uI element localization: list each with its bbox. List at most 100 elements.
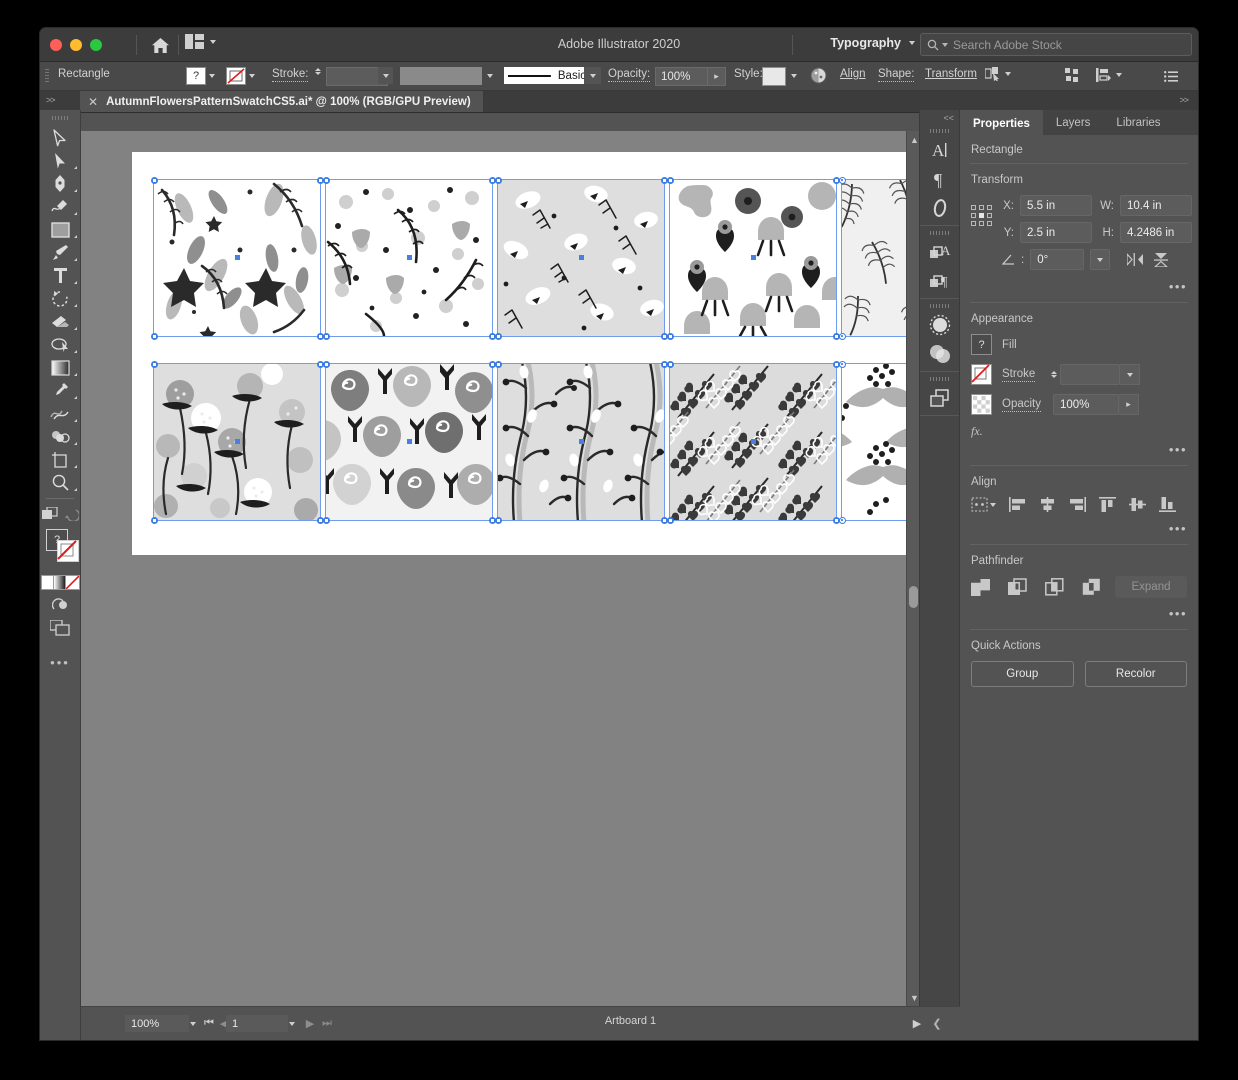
angle-dropdown[interactable] bbox=[1090, 249, 1110, 270]
selection-anchor[interactable] bbox=[839, 361, 846, 368]
bbox-handle[interactable] bbox=[662, 362, 667, 367]
stroke-profile-preview[interactable] bbox=[400, 67, 482, 85]
horizontal-align-left-icon[interactable] bbox=[1009, 497, 1026, 512]
edit-toolbar-icon[interactable]: ••• bbox=[40, 655, 80, 670]
brush-dropdown[interactable] bbox=[584, 67, 601, 84]
tab-libraries[interactable]: Libraries bbox=[1103, 110, 1173, 135]
brushes-panel-icon[interactable] bbox=[920, 310, 959, 339]
rectangle-tool[interactable] bbox=[40, 218, 80, 241]
selection-anchor[interactable] bbox=[839, 333, 846, 340]
expand-panels-icon[interactable]: >> bbox=[1179, 95, 1188, 105]
align-to-selection-icon[interactable] bbox=[971, 497, 996, 512]
appearance-more-options[interactable]: ••• bbox=[971, 443, 1187, 456]
layers-panel-icon[interactable] bbox=[920, 383, 959, 412]
transparency-panel-icon[interactable] bbox=[920, 339, 959, 368]
dock-group-grip-2[interactable] bbox=[930, 231, 950, 235]
first-page-icon[interactable]: ⏮ bbox=[201, 1015, 217, 1032]
symbol-sprayer-tool[interactable] bbox=[40, 425, 80, 448]
bbox-handle[interactable] bbox=[668, 518, 673, 523]
bbox-handle[interactable] bbox=[324, 362, 329, 367]
character-panel-icon[interactable]: A bbox=[920, 135, 959, 164]
unite-icon[interactable] bbox=[971, 578, 991, 596]
selection-anchor[interactable] bbox=[839, 517, 846, 524]
group-button[interactable]: Group bbox=[971, 661, 1074, 687]
graphic-style-dropdown[interactable] bbox=[786, 67, 801, 84]
zoom-level-field[interactable]: 100% bbox=[125, 1015, 189, 1032]
bbox-handle[interactable] bbox=[668, 178, 673, 183]
bbox-handle[interactable] bbox=[662, 518, 667, 523]
zoom-tool[interactable] bbox=[40, 471, 80, 494]
transform-menu-label[interactable]: Transform bbox=[925, 68, 977, 80]
opacity-options-button[interactable]: ▸ bbox=[1119, 394, 1139, 415]
w-field[interactable]: 10.4 in bbox=[1120, 195, 1192, 216]
bbox-handle[interactable] bbox=[152, 362, 157, 367]
y-field[interactable]: 2.5 in bbox=[1020, 222, 1092, 243]
appearance-fill-swatch[interactable]: ? bbox=[971, 334, 992, 355]
curvature-tool[interactable] bbox=[40, 195, 80, 218]
graphic-style-swatch[interactable] bbox=[762, 67, 786, 86]
scroll-down-icon[interactable]: ▼ bbox=[910, 993, 919, 1003]
recolor-button[interactable]: Recolor bbox=[1085, 661, 1188, 687]
vertical-align-center-icon[interactable] bbox=[1129, 497, 1146, 512]
scroll-thumb[interactable] bbox=[909, 586, 918, 608]
previous-icon[interactable]: ❮ bbox=[930, 1015, 944, 1032]
bbox-handle[interactable] bbox=[490, 518, 495, 523]
arrange-objects-button[interactable] bbox=[1096, 68, 1122, 82]
artboard-status-label[interactable]: Artboard 1 bbox=[361, 1015, 900, 1027]
expand-button[interactable]: Expand bbox=[1115, 576, 1187, 598]
document-tab[interactable]: ✕ AutumnFlowersPatternSwatchCS5.ai* @ 10… bbox=[80, 91, 483, 112]
artboard-tool[interactable] bbox=[40, 448, 80, 471]
gradient-swatch[interactable] bbox=[54, 575, 66, 590]
bbox-handle[interactable] bbox=[318, 362, 323, 367]
select-similar-objects-button[interactable] bbox=[985, 67, 1011, 81]
reference-point-selector[interactable] bbox=[971, 205, 992, 226]
expand-toolbar-icon[interactable]: >> bbox=[46, 95, 55, 105]
collapse-panel-icon[interactable]: << bbox=[943, 113, 954, 123]
dock-group-grip-4[interactable] bbox=[930, 377, 950, 381]
chevron-down-icon[interactable] bbox=[909, 41, 915, 45]
flip-horizontal-icon[interactable] bbox=[1127, 253, 1143, 266]
paintbrush-tool[interactable] bbox=[40, 241, 80, 264]
intersect-icon[interactable] bbox=[1045, 578, 1065, 596]
bbox-handle[interactable] bbox=[152, 334, 157, 339]
bbox-handle[interactable] bbox=[668, 362, 673, 367]
bbox-handle[interactable] bbox=[490, 334, 495, 339]
stroke-color-swatch[interactable] bbox=[57, 540, 79, 562]
document-setup-icon[interactable] bbox=[1065, 68, 1079, 87]
fx-button[interactable]: fx. bbox=[971, 424, 1187, 439]
drawing-mode-icon[interactable] bbox=[52, 596, 69, 611]
page-dropdown[interactable] bbox=[282, 1015, 302, 1032]
bbox-handle[interactable] bbox=[152, 518, 157, 523]
dock-group-grip-3[interactable] bbox=[930, 304, 950, 308]
bbox-handle[interactable] bbox=[662, 178, 667, 183]
scale-tool[interactable] bbox=[40, 333, 80, 356]
direct-selection-tool[interactable] bbox=[40, 149, 80, 172]
blend-tool[interactable] bbox=[40, 402, 80, 425]
shape-label[interactable]: Shape: bbox=[878, 68, 914, 82]
control-bar-grip[interactable] bbox=[45, 69, 49, 83]
flip-vertical-icon[interactable] bbox=[1154, 253, 1168, 267]
appearance-stroke-swatch[interactable] bbox=[971, 364, 992, 385]
angle-field[interactable]: 0° bbox=[1030, 249, 1084, 270]
bbox-handle[interactable] bbox=[152, 178, 157, 183]
h-field[interactable]: 4.2486 in bbox=[1120, 222, 1192, 243]
color-swatch[interactable] bbox=[41, 575, 54, 590]
chevron-down-icon[interactable] bbox=[1005, 72, 1011, 76]
bbox-handle[interactable] bbox=[668, 334, 673, 339]
align-menu-label[interactable]: Align bbox=[840, 68, 866, 80]
default-fill-stroke-icon[interactable] bbox=[65, 507, 79, 521]
stroke-weight-stepper[interactable] bbox=[315, 68, 321, 75]
stroke-weight-stepper[interactable] bbox=[1051, 371, 1057, 378]
zoom-dropdown[interactable] bbox=[183, 1015, 203, 1032]
chevron-down-icon[interactable] bbox=[249, 74, 255, 78]
bbox-handle[interactable] bbox=[834, 334, 839, 339]
search-adobe-stock-field[interactable]: Search Adobe Stock bbox=[920, 33, 1192, 56]
bbox-handle[interactable] bbox=[324, 178, 329, 183]
horizontal-align-center-icon[interactable] bbox=[1039, 497, 1056, 512]
screen-mode-icon[interactable] bbox=[50, 620, 70, 636]
horizontal-align-right-icon[interactable] bbox=[1069, 497, 1086, 512]
minus-front-icon[interactable] bbox=[1008, 578, 1028, 596]
selection-tool[interactable] bbox=[40, 126, 80, 149]
bbox-handle[interactable] bbox=[324, 518, 329, 523]
selection-anchor[interactable] bbox=[839, 177, 846, 184]
